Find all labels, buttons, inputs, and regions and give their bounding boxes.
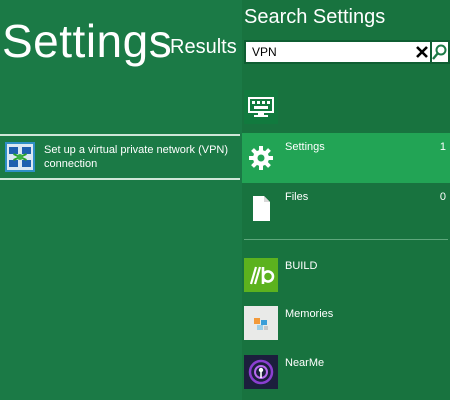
- scope-files[interactable]: Files 0: [242, 183, 450, 233]
- result-item-vpn[interactable]: Set up a virtual private network (VPN) c…: [0, 134, 240, 180]
- search-pane: Search Settings VPN Settings 1 Files 0 B…: [242, 0, 450, 400]
- scope-settings-label: Settings: [285, 141, 325, 153]
- app-build-label: BUILD: [285, 260, 318, 272]
- file-icon: [253, 196, 270, 221]
- app-nearme-label: NearMe: [285, 357, 325, 369]
- results-area: Settings Results f Set up a virtual priv…: [0, 0, 242, 400]
- divider: [244, 239, 448, 240]
- search-input[interactable]: [246, 42, 414, 62]
- scope-settings-count: 1: [439, 141, 446, 153]
- search-pane-title: Search Settings: [244, 6, 386, 28]
- keyboard-icon: [248, 97, 274, 117]
- network-icon: [5, 142, 35, 172]
- gear-icon: [249, 146, 273, 170]
- search-box[interactable]: [244, 40, 432, 64]
- app-build[interactable]: BUILD: [242, 258, 450, 298]
- app-memories[interactable]: Memories: [242, 306, 450, 346]
- search-button[interactable]: [432, 40, 450, 64]
- search-icon: [432, 44, 447, 60]
- scope-files-label: Files: [285, 191, 309, 203]
- scope-files-count: 0: [439, 191, 446, 203]
- build-app-icon: [244, 258, 278, 292]
- memories-app-icon: [244, 306, 278, 340]
- app-nearme[interactable]: NearMe: [242, 355, 450, 395]
- result-item-label: Set up a virtual private network (VPN) c…: [44, 144, 229, 170]
- page-title: Settings: [2, 15, 173, 67]
- nearme-app-icon: [244, 355, 278, 389]
- results-for-label: Results f: [170, 36, 242, 58]
- close-icon[interactable]: [414, 43, 430, 61]
- app-tile-keyboard[interactable]: [244, 90, 278, 124]
- app-memories-label: Memories: [285, 308, 334, 320]
- scope-settings[interactable]: Settings 1: [242, 133, 450, 183]
